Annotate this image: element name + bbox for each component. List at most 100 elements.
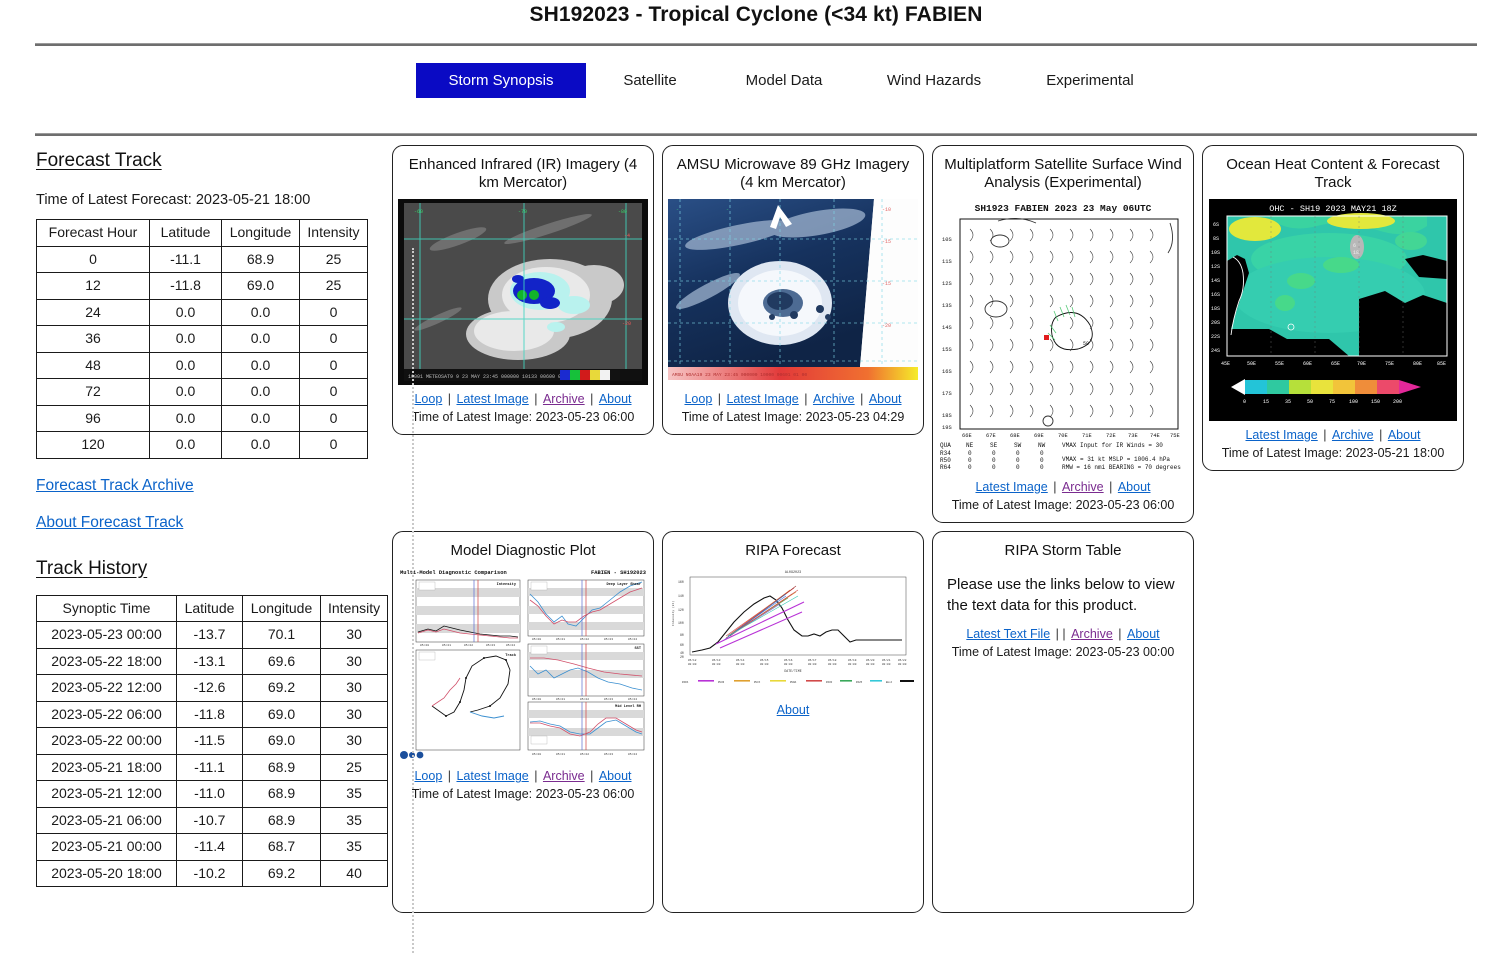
model-diagnostic-image[interactable]: Multi-Model Diagnostic Comparison FABIEN… bbox=[398, 566, 648, 762]
card-footer-ohc: Latest Image | Archive | About Time of L… bbox=[1222, 426, 1445, 462]
ocean-heat-content-image[interactable]: OHC - SH19 2023 MAY21 18Z bbox=[1209, 199, 1457, 421]
svg-text:05/23: 05/23 bbox=[604, 637, 613, 641]
svg-text:18S: 18S bbox=[942, 413, 952, 419]
svg-text:11S: 11S bbox=[942, 259, 952, 265]
svg-text:18: 18 bbox=[1353, 250, 1359, 256]
link-archive[interactable]: Archive bbox=[543, 769, 585, 783]
svg-text:60: 60 bbox=[680, 643, 684, 647]
svg-text:18S: 18S bbox=[1211, 306, 1220, 312]
svg-text:05/18: 05/18 bbox=[828, 658, 837, 662]
link-archive[interactable]: Archive bbox=[1062, 480, 1104, 494]
tab-experimental[interactable]: Experimental bbox=[1014, 63, 1166, 98]
col-longitude: Longitude bbox=[222, 220, 300, 247]
link-loop[interactable]: Loop bbox=[684, 392, 712, 406]
svg-text:05/16: 05/16 bbox=[784, 658, 793, 662]
cell-lon: 69.2 bbox=[243, 860, 321, 887]
link-about[interactable]: About bbox=[1118, 480, 1151, 494]
link-loop[interactable]: Loop bbox=[414, 392, 442, 406]
cell-lon: 68.9 bbox=[243, 781, 321, 808]
cell-hour: 24 bbox=[37, 299, 150, 326]
svg-text:05/22: 05/22 bbox=[898, 658, 907, 662]
svg-text:0: 0 bbox=[1016, 450, 1020, 457]
svg-text:RI25: RI25 bbox=[856, 681, 863, 684]
svg-text:22S: 22S bbox=[1211, 334, 1220, 340]
table-row: 960.00.00 bbox=[37, 405, 368, 432]
svg-text:SE: SE bbox=[990, 442, 998, 449]
tab-satellite[interactable]: Satellite bbox=[586, 63, 714, 98]
svg-text:AMSU NOAA19 23 MAY 23:45 00: AMSU NOAA19 23 MAY 23:45 000000 10000 00… bbox=[672, 372, 807, 378]
link-archive[interactable]: Archive bbox=[813, 392, 855, 406]
svg-text:-70: -70 bbox=[518, 209, 527, 215]
cell-int: 30 bbox=[321, 675, 388, 702]
svg-text:Deep Layer Shear: Deep Layer Shear bbox=[606, 582, 641, 587]
svg-text:05/23: 05/23 bbox=[604, 697, 613, 701]
cell-lat: -11.8 bbox=[177, 701, 243, 728]
cell-lat: -11.1 bbox=[177, 754, 243, 781]
table-row: 12-11.869.025 bbox=[37, 273, 368, 300]
wind-plot-header: SH1923 FABIEN 2023 23 May 06UTC bbox=[975, 203, 1152, 214]
link-forecast-track-archive[interactable]: Forecast Track Archive bbox=[36, 477, 378, 495]
tab-model-data[interactable]: Model Data bbox=[714, 63, 854, 98]
svg-text:72E: 72E bbox=[1106, 433, 1116, 439]
svg-text:75: 75 bbox=[1329, 399, 1335, 405]
link-loop[interactable]: Loop bbox=[414, 769, 442, 783]
tab-storm-synopsis[interactable]: Storm Synopsis bbox=[416, 63, 586, 98]
cell-time: 2023-05-21 00:00 bbox=[37, 834, 177, 861]
main-content: Forecast Track Time of Latest Forecast: … bbox=[0, 136, 1512, 913]
wind-stat-1: VMAX = 31 kt MSLP = 1006.4 hPa bbox=[1062, 456, 1170, 463]
svg-text:100: 100 bbox=[678, 621, 684, 625]
cell-time: 2023-05-22 00:00 bbox=[37, 728, 177, 755]
svg-text:15S: 15S bbox=[942, 347, 952, 353]
time-of-latest-image: Time of Latest Image: 2023-05-23 06:00 bbox=[952, 496, 1175, 514]
link-about[interactable]: About bbox=[777, 703, 810, 717]
table-row: 2023-05-21 00:00-11.468.735 bbox=[37, 834, 388, 861]
cell-lat: -10.2 bbox=[177, 860, 243, 887]
svg-text:-15: -15 bbox=[882, 239, 891, 245]
svg-text:12S: 12S bbox=[942, 281, 952, 287]
link-latest-text-file[interactable]: Latest Text File bbox=[966, 627, 1050, 641]
svg-text:66E: 66E bbox=[962, 433, 972, 439]
link-latest-image[interactable]: Latest Image bbox=[975, 480, 1047, 494]
link-about[interactable]: About bbox=[599, 769, 632, 783]
link-about[interactable]: About bbox=[869, 392, 902, 406]
card-footer-enhanced-ir: Loop | Latest Image | Archive | About Ti… bbox=[412, 390, 635, 426]
link-latest-image[interactable]: Latest Image bbox=[456, 392, 528, 406]
link-about[interactable]: About bbox=[1388, 428, 1421, 442]
cell-int: 0 bbox=[300, 379, 368, 406]
svg-text:70E: 70E bbox=[1357, 361, 1366, 367]
card-row-bottom: Model Diagnostic Plot Multi-Model Diagno… bbox=[392, 531, 1500, 913]
cell-time: 2023-05-20 18:00 bbox=[37, 860, 177, 887]
surface-wind-analysis-image[interactable]: SH1923 FABIEN 2023 23 May 06UTC bbox=[938, 199, 1188, 473]
link-latest-image[interactable]: Latest Image bbox=[456, 769, 528, 783]
ripa-forecast-image[interactable]: AL092023 bbox=[668, 566, 918, 691]
svg-text:05/21: 05/21 bbox=[882, 658, 891, 662]
tab-wind-hazards[interactable]: Wind Hazards bbox=[854, 63, 1014, 98]
cell-lon: 68.9 bbox=[222, 246, 300, 273]
link-archive[interactable]: Archive bbox=[1332, 428, 1374, 442]
link-about[interactable]: About bbox=[599, 392, 632, 406]
enhanced-ir-image[interactable]: -60-70-80 -4-20 10001 METEOSAT9 9 23 MAY… bbox=[398, 199, 648, 385]
col-intensity: Intensity bbox=[300, 220, 368, 247]
cell-lat: 0.0 bbox=[150, 432, 222, 459]
table-row: 1200.00.00 bbox=[37, 432, 368, 459]
svg-text:6S: 6S bbox=[1213, 222, 1219, 228]
cell-lon: 0.0 bbox=[222, 405, 300, 432]
link-about-forecast-track[interactable]: About Forecast Track bbox=[36, 514, 378, 532]
cell-lon: 0.0 bbox=[222, 326, 300, 353]
link-archive[interactable]: Archive bbox=[1071, 627, 1113, 641]
amsu-microwave-image[interactable]: ---- -10-15-15-20 AMSU NOAA19 23 MAY 23:… bbox=[668, 199, 918, 385]
svg-text:00:00: 00:00 bbox=[866, 663, 875, 666]
svg-text:16S: 16S bbox=[942, 369, 952, 375]
table-row: 240.00.00 bbox=[37, 299, 368, 326]
svg-text:65E: 65E bbox=[1331, 361, 1340, 367]
cell-time: 2023-05-22 12:00 bbox=[37, 675, 177, 702]
svg-text:0: 0 bbox=[1040, 457, 1044, 464]
link-latest-image[interactable]: Latest Image bbox=[1245, 428, 1317, 442]
time-of-latest-image: Time of Latest Image: 2023-05-23 06:00 bbox=[412, 408, 635, 426]
link-archive[interactable]: Archive bbox=[543, 392, 585, 406]
link-about[interactable]: About bbox=[1127, 627, 1160, 641]
card-model-diagnostic-plot: Model Diagnostic Plot Multi-Model Diagno… bbox=[392, 531, 654, 913]
cell-hour: 36 bbox=[37, 326, 150, 353]
link-latest-image[interactable]: Latest Image bbox=[726, 392, 798, 406]
cell-int: 25 bbox=[321, 754, 388, 781]
